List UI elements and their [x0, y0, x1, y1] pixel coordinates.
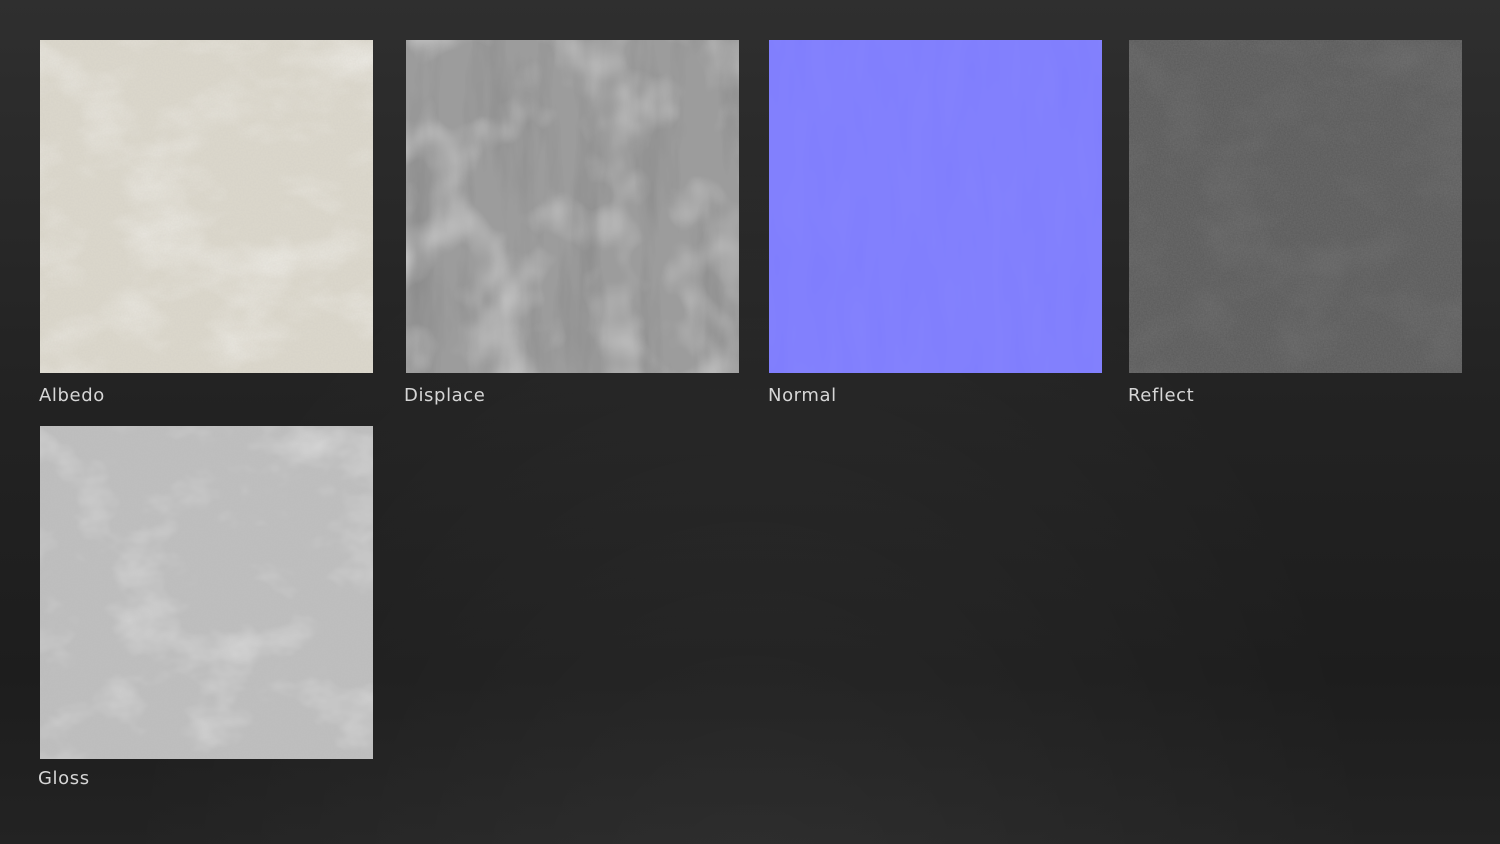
albedo-map-tile: Albedo [39, 40, 373, 406]
normal-map-tile: Normal [768, 40, 1102, 406]
displace-texture-swatch [406, 40, 739, 373]
albedo-label: Albedo [39, 385, 105, 406]
reflect-map-tile: Reflect [1128, 40, 1462, 406]
texture-maps-sheet: Albedo Displace Normal Reflect Gloss [0, 0, 1500, 844]
albedo-texture-swatch [40, 40, 373, 373]
displace-label: Displace [404, 385, 486, 406]
reflect-label: Reflect [1128, 385, 1195, 406]
gloss-map-tile: Gloss [38, 426, 373, 789]
displace-map-tile: Displace [404, 40, 739, 406]
gloss-label: Gloss [38, 768, 90, 789]
reflect-texture-swatch [1129, 40, 1462, 373]
gloss-texture-swatch [40, 426, 373, 759]
normal-texture-swatch [769, 40, 1102, 373]
normal-label: Normal [768, 385, 837, 406]
